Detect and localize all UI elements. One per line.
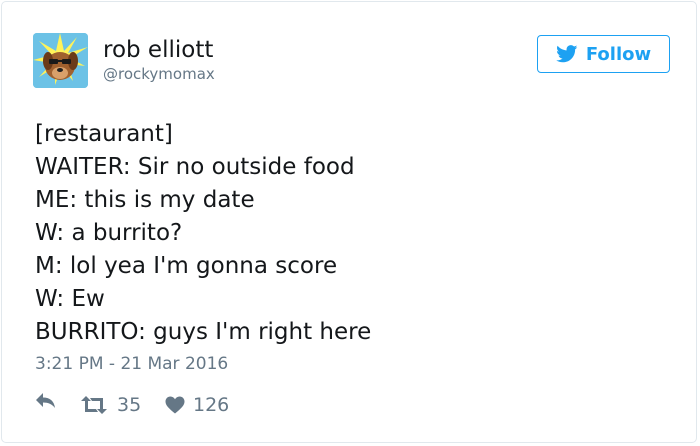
tweet-line: BURRITO: guys I'm right here bbox=[35, 319, 372, 345]
like-button[interactable]: 126 bbox=[165, 391, 229, 419]
user-name[interactable]: rob elliott bbox=[103, 36, 213, 64]
reply-button[interactable] bbox=[35, 391, 57, 409]
retweet-button[interactable]: 35 bbox=[79, 391, 141, 419]
heart-icon bbox=[165, 396, 185, 414]
tweet-line: M: lol yea I'm gonna score bbox=[35, 253, 338, 279]
user-handle[interactable]: @rockymomax bbox=[103, 64, 215, 84]
like-count: 126 bbox=[193, 394, 230, 416]
twitter-bird-icon bbox=[555, 45, 578, 63]
retweet-icon bbox=[81, 396, 107, 414]
retweet-count: 35 bbox=[117, 394, 142, 416]
tweet-line: W: Ew bbox=[35, 286, 105, 312]
tweet-line: W: a burrito? bbox=[35, 220, 183, 246]
reply-icon bbox=[36, 393, 55, 408]
follow-button[interactable]: Follow bbox=[537, 35, 670, 73]
avatar[interactable] bbox=[33, 33, 88, 88]
tweet-line: ME: this is my date bbox=[35, 187, 255, 213]
tweet-timestamp[interactable]: 3:21 PM - 21 Mar 2016 bbox=[35, 352, 228, 376]
tweet-text: [restaurant] WAITER: Sir no outside food… bbox=[35, 118, 655, 349]
avatar-dog-image bbox=[33, 33, 88, 88]
tweet-line: WAITER: Sir no outside food bbox=[35, 154, 355, 180]
tweet-card: rob elliott @rockymomax Follow [restaura… bbox=[1, 1, 697, 443]
tweet-line: [restaurant] bbox=[35, 121, 173, 147]
follow-label: Follow bbox=[585, 43, 652, 65]
